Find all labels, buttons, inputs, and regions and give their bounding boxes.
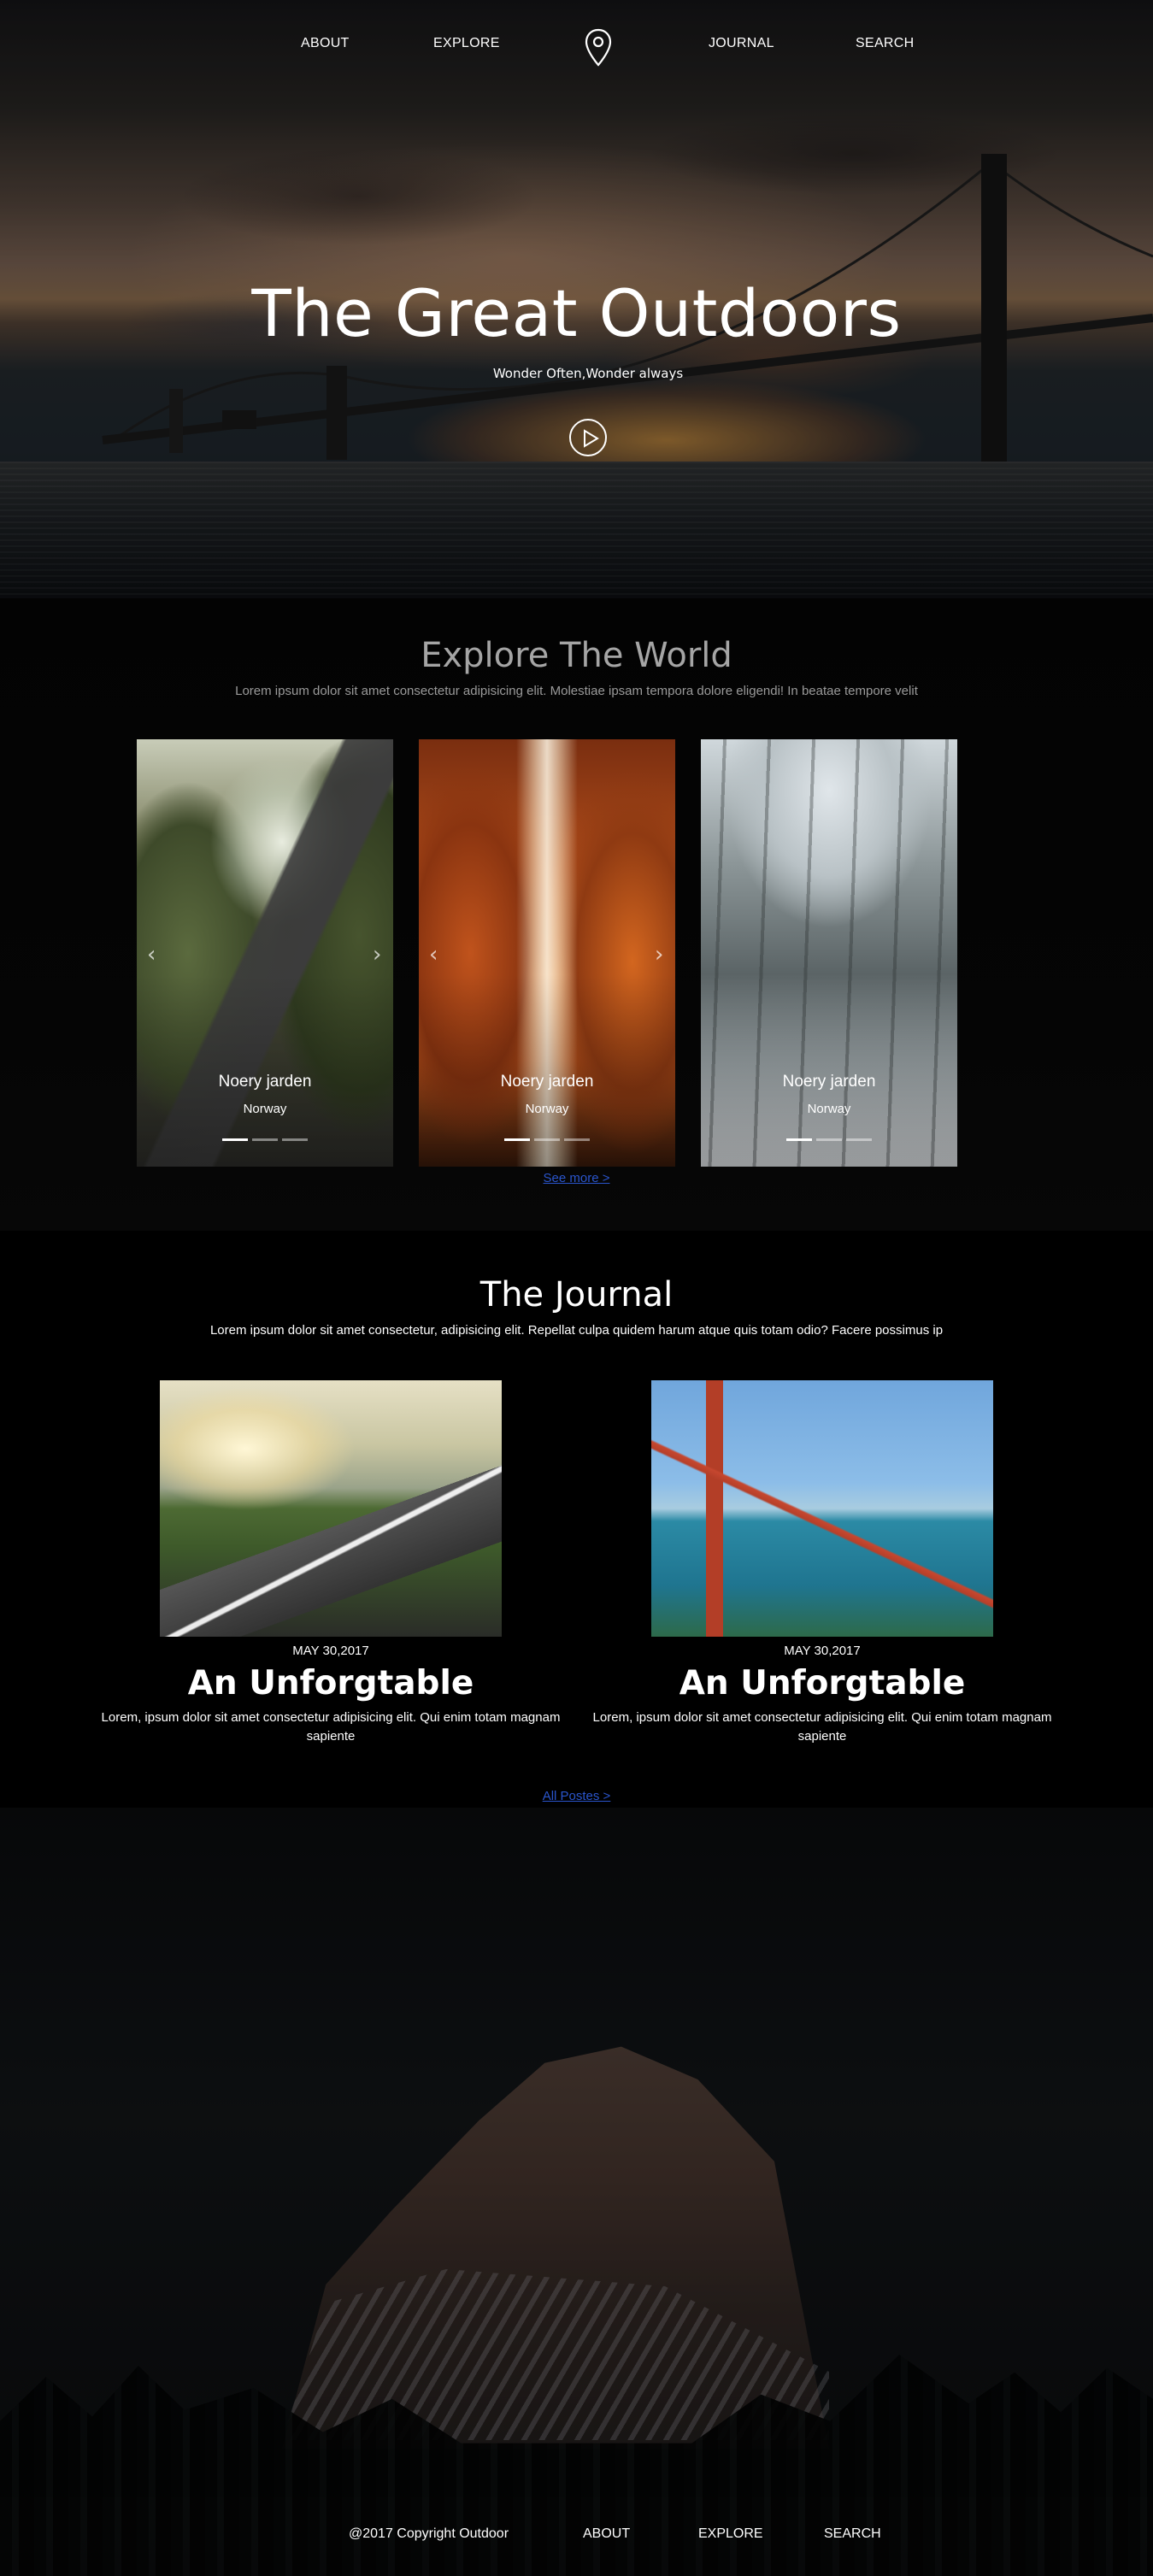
map-pin-icon[interactable] [583,27,614,68]
carousel-indicator [504,1138,590,1142]
card-subtitle: Norway [243,1102,287,1116]
explore-card-road[interactable]: ‹ › Noery jarden Norway [137,739,393,1167]
post-excerpt: Lorem, ipsum dolor sit amet consectetur … [592,1710,1052,1744]
journal-title: The Journal [479,1275,674,1314]
all-posts-link[interactable]: All Postes > [0,1789,1153,1803]
journal-section: The Journal Lorem ipsum dolor sit amet c… [0,1231,1153,1808]
card-title: Noery jarden [782,1073,876,1091]
chevron-left-icon[interactable]: ‹ [429,942,438,967]
carousel-dot[interactable] [534,1138,560,1141]
footer-nav-explore[interactable]: EXPLORE [698,2526,763,2542]
hero-title: The Great Outdoors [251,275,902,351]
top-nav: ABOUT EXPLORE JOURNAL SEARCH [0,0,1153,91]
post-title[interactable]: An Unforgtable [100,1664,562,1703]
footer-copyright: @2017 Copyright Outdoor [349,2526,509,2541]
chevron-right-icon[interactable]: › [655,942,663,967]
carousel-indicator [786,1138,872,1142]
explore-section: Explore The World Lorem ipsum dolor sit … [0,598,1153,1231]
footer-nav-about[interactable]: ABOUT [583,2526,630,2542]
post-date: MAY 30,2017 [292,1644,369,1658]
post-image-road[interactable] [160,1380,502,1637]
post-title[interactable]: An Unforgtable [591,1664,1053,1703]
explore-card-canyon[interactable]: ‹ › Noery jarden Norway [419,739,675,1167]
carousel-indicator [222,1138,308,1142]
explore-title: Explore The World [421,636,732,675]
hero-section: ABOUT EXPLORE JOURNAL SEARCH The Great O… [0,0,1153,598]
carousel-dot[interactable] [282,1138,308,1141]
card-subtitle: Norway [807,1102,851,1116]
footer-nav-search[interactable]: SEARCH [824,2526,881,2542]
play-circle-icon[interactable] [569,419,607,456]
nav-journal[interactable]: JOURNAL [709,36,774,51]
post-image-bridge[interactable] [651,1380,993,1637]
footer-section [0,1808,1153,2576]
see-more-link[interactable]: See more > [0,1171,1153,1185]
card-subtitle: Norway [525,1102,569,1116]
hero-subtitle: Wonder Often,Wonder always [492,366,684,381]
nav-about[interactable]: ABOUT [301,36,350,51]
carousel-dot[interactable] [252,1138,278,1141]
chevron-right-icon[interactable]: › [373,942,381,967]
explore-description: Lorem ipsum dolor sit amet consectetur a… [235,684,918,698]
carousel-dot[interactable] [564,1138,590,1141]
explore-card-forest[interactable]: Noery jarden Norway [701,739,957,1167]
carousel-dot[interactable] [846,1138,872,1141]
nav-search[interactable]: SEARCH [856,36,914,51]
post-date: MAY 30,2017 [784,1644,861,1658]
carousel-dot[interactable] [786,1138,812,1141]
carousel-dot[interactable] [816,1138,842,1141]
footer-nav: @2017 Copyright Outdoor ABOUT EXPLORE SE… [0,2526,1153,2547]
card-title: Noery jarden [500,1073,594,1091]
journal-description: Lorem ipsum dolor sit amet consectetur, … [209,1323,944,1338]
card-title: Noery jarden [218,1073,312,1091]
nav-explore[interactable]: EXPLORE [433,36,500,51]
carousel-dot[interactable] [222,1138,248,1141]
chevron-left-icon[interactable]: ‹ [147,942,156,967]
post-excerpt: Lorem, ipsum dolor sit amet consectetur … [101,1710,561,1744]
carousel-dot[interactable] [504,1138,530,1141]
